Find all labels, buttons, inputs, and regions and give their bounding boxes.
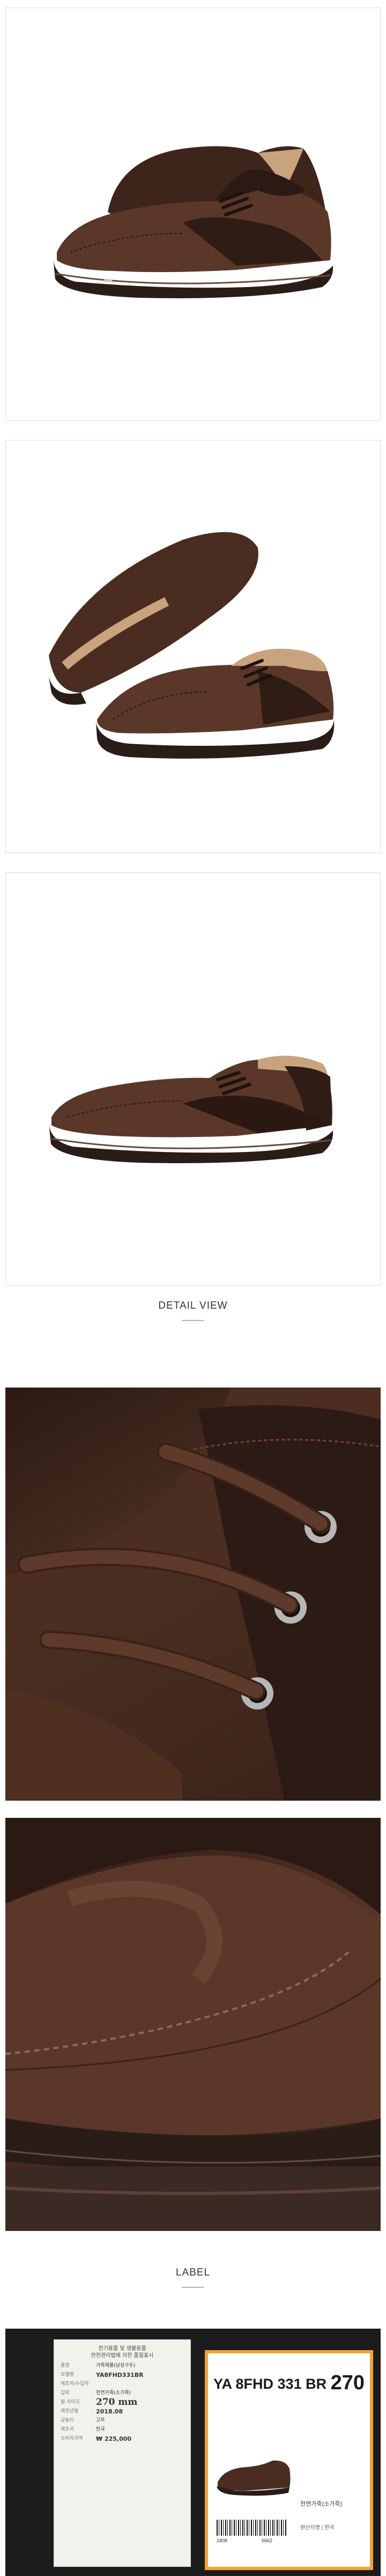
care-tag-key: 굽높이 xyxy=(61,2418,74,2423)
care-tag-key: 제조국 xyxy=(61,2427,74,2432)
laces-closeup-photo xyxy=(5,1388,381,1801)
care-tag-key: 모델명 xyxy=(61,2372,74,2377)
label-heading: LABEL xyxy=(175,2267,211,2278)
care-tag-value: 2018.08 xyxy=(96,2408,123,2415)
care-tag-row: 제조년월 2018.08 xyxy=(54,2407,190,2416)
care-tag-key: 제조년월 xyxy=(61,2409,79,2414)
barcode xyxy=(217,2520,286,2536)
material-text: 천연가죽(소가죽) xyxy=(300,2501,343,2507)
care-tag-row: 소비자가격 ₩ 225,000 xyxy=(54,2434,190,2443)
barcode-number-right: 6662 xyxy=(262,2538,273,2543)
care-tag-row: 품명 가죽제품(남성구두) xyxy=(54,2361,190,2370)
product-image-2 xyxy=(5,440,381,853)
model-code: YA 8FHD 331 BR xyxy=(213,2376,327,2392)
label-divider xyxy=(182,2287,204,2288)
single-shoe-photo xyxy=(49,1055,333,1163)
care-tag-key: 품명 xyxy=(61,2363,70,2368)
care-tag-key: 소비자가격 xyxy=(61,2436,83,2441)
care-tag-row: 굽높이 고무 xyxy=(54,2416,190,2425)
care-tag-value: 천연가죽(소가죽) xyxy=(96,2390,131,2396)
care-tag-value: ₩ 225,000 xyxy=(96,2435,132,2442)
care-tag-header-2: 안전관리법에 의한 품질표시 xyxy=(91,2353,154,2359)
barcode-number-left: 1808 xyxy=(217,2538,228,2543)
care-tag-key: 갑피 xyxy=(61,2390,70,2396)
care-tag: 전기용품 및 생활용품 안전관리법에 의한 품질표시 품명 가죽제품(남성구두)… xyxy=(54,2339,191,2567)
detail-image-toe xyxy=(5,1818,381,2231)
product-image-3 xyxy=(5,872,381,1286)
care-tag-row: 모델명 YA8FHD331BR xyxy=(54,2370,190,2380)
label-shoe-thumbnail xyxy=(217,2460,291,2496)
detail-view-divider xyxy=(182,1320,204,1321)
care-tag-value: 고무 xyxy=(96,2418,105,2423)
toe-closeup-photo xyxy=(5,1818,381,2231)
product-image-1 xyxy=(5,8,381,421)
care-tag-key: 발 사이즈 xyxy=(61,2399,80,2405)
care-tag-value xyxy=(96,2381,184,2388)
shoe-pair-angled-photo xyxy=(49,532,335,759)
care-tag-value: 270 mm xyxy=(96,2397,138,2408)
detail-view-heading: DETAIL VIEW xyxy=(158,1300,228,1311)
care-tag-header-1: 전기용품 및 생활용품 xyxy=(98,2346,146,2352)
label-image: 전기용품 및 생활용품 안전관리법에 의한 품질표시 품명 가죽제품(남성구두)… xyxy=(5,2329,381,2576)
care-tag-row: 제조국 한국 xyxy=(54,2425,190,2434)
care-tag-key: 제조자/수입자 xyxy=(61,2381,89,2387)
origin-text: 원산지명 | 한국 xyxy=(300,2525,335,2531)
care-tag-value: YA8FHD331BR xyxy=(96,2372,144,2379)
detail-image-laces xyxy=(5,1388,381,1801)
shoe-pair-photo xyxy=(53,146,333,298)
care-tag-value: 한국 xyxy=(96,2427,105,2432)
care-tag-row: 제조자/수입자 xyxy=(54,2380,190,2389)
care-tag-row: 발 사이즈 270 mm xyxy=(54,2398,190,2407)
shoe-size: 270 xyxy=(330,2372,365,2394)
care-tag-value: 가죽제품(남성구두) xyxy=(96,2363,136,2368)
size-label: YA 8FHD 331 BR 270 천연가죽(소가죽) 원산지명 | 한국 1… xyxy=(205,2350,373,2570)
